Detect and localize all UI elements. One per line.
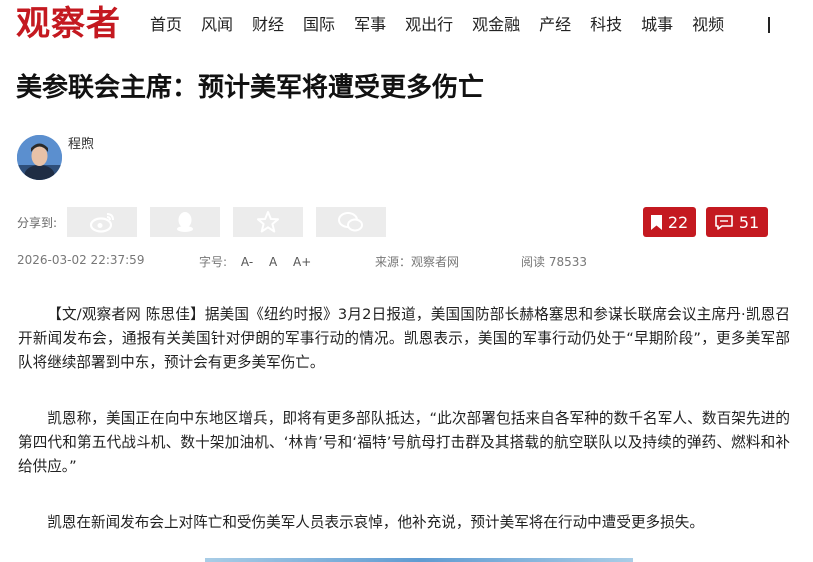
nav-item-video[interactable]: 视频 [692, 14, 724, 36]
bookmark-count: 22 [667, 212, 689, 232]
author-avatar[interactable] [17, 135, 62, 180]
share-qzone-button[interactable] [233, 207, 303, 237]
font-decrease-button[interactable]: A- [241, 255, 253, 269]
nav-divider [768, 17, 770, 33]
share-qq-button[interactable] [150, 207, 220, 237]
font-default-button[interactable]: A [269, 255, 277, 269]
nav-item-fengwen[interactable]: 风闻 [201, 14, 233, 36]
article-source: 来源：观察者网 [375, 255, 460, 269]
site-logo[interactable]: 观察者 [16, 2, 121, 46]
bookmark-button[interactable]: 22 [643, 207, 696, 237]
wechat-icon [338, 212, 363, 232]
article-paragraph: 凯恩称，美国正在向中东地区增兵，即将有更多部队抵达，“此次部署包括来自各军种的数… [18, 410, 790, 475]
nav-item-home[interactable]: 首页 [150, 14, 182, 36]
nav-item-travel[interactable]: 观出行 [405, 14, 453, 36]
nav-item-city[interactable]: 城事 [641, 14, 673, 36]
nav-item-finance[interactable]: 财经 [252, 14, 284, 36]
font-size-label: 字号: [199, 255, 228, 269]
font-increase-button[interactable]: A+ [293, 255, 311, 269]
publish-datetime: 2026-03-02 22:37:59 [17, 253, 145, 267]
main-nav: 首页 风闻 财经 国际 军事 观出行 观金融 产经 科技 城事 视频 [150, 14, 743, 36]
weibo-icon [89, 213, 114, 233]
nav-item-industry[interactable]: 产经 [539, 14, 571, 36]
article-paragraph: 【文/观察者网 陈思佳】据美国《纽约时报》3月2日报道，美国国防部长赫格塞思和参… [18, 306, 790, 371]
qzone-star-icon [257, 211, 279, 233]
nav-item-tech[interactable]: 科技 [590, 14, 622, 36]
nav-item-military[interactable]: 军事 [354, 14, 386, 36]
share-label: 分享到: [17, 216, 58, 230]
nav-item-guanjinrong[interactable]: 观金融 [472, 14, 520, 36]
article-paragraph: 凯恩在新闻发布会上对阵亡和受伤美军人员表示哀悼，他补充说，预计美军将在行动中遭受… [47, 514, 704, 531]
comment-icon [715, 214, 733, 230]
bookmark-icon [650, 214, 662, 230]
share-weibo-button[interactable] [67, 207, 137, 237]
read-count: 阅读 78533 [521, 255, 587, 269]
comment-count: 51 [738, 212, 760, 232]
article-title: 美参联会主席：预计美军将遭受更多伤亡 [16, 73, 485, 103]
bottom-image-edge [205, 558, 633, 562]
share-wechat-button[interactable] [316, 207, 386, 237]
qq-icon [177, 212, 193, 232]
nav-item-international[interactable]: 国际 [303, 14, 335, 36]
font-size-control: 字号: A- A A+ [199, 253, 311, 270]
site-header: 观察者 首页 风闻 财经 国际 军事 观出行 观金融 产经 科技 城事 视频 [0, 0, 813, 50]
author-name[interactable]: 程煦 [68, 133, 94, 152]
comment-button[interactable]: 51 [706, 207, 768, 237]
